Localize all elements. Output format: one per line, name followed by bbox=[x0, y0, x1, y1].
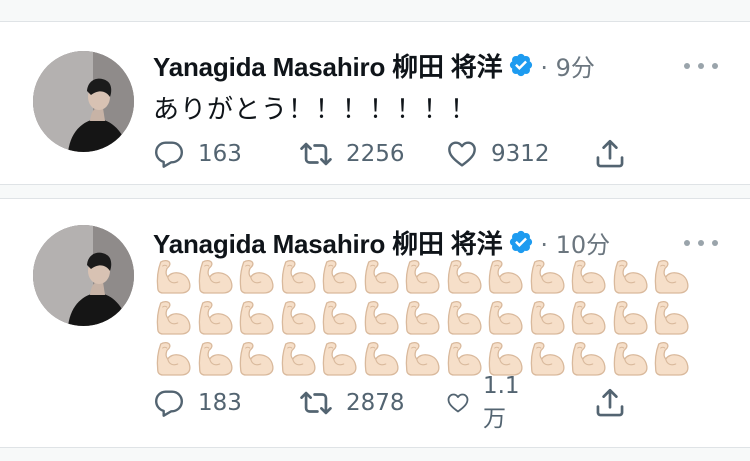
retweet-icon bbox=[299, 386, 333, 420]
flexed-biceps-emoji-icon bbox=[444, 258, 486, 296]
retweet-button[interactable]: 2878 bbox=[299, 385, 405, 421]
like-button[interactable]: 9312 bbox=[446, 136, 550, 172]
flexed-biceps-emoji-icon bbox=[361, 340, 403, 378]
timeline-divider bbox=[0, 184, 750, 199]
tweet-2[interactable]: Yanagida Masahiro 柳田 将洋 · 10分 183 2878 1… bbox=[0, 200, 750, 447]
reply-button[interactable]: 183 bbox=[153, 385, 242, 421]
author-name[interactable]: Yanagida Masahiro 柳田 将洋 bbox=[153, 47, 503, 84]
flexed-biceps-emoji-icon bbox=[651, 299, 693, 337]
tweet-timestamp[interactable]: · 10分 bbox=[540, 225, 610, 260]
flexed-biceps-emoji-icon bbox=[319, 340, 361, 378]
flexed-biceps-emoji-icon bbox=[153, 299, 195, 337]
flexed-biceps-emoji-icon bbox=[485, 258, 527, 296]
share-button[interactable] bbox=[593, 385, 627, 421]
flexed-biceps-emoji-icon bbox=[568, 340, 610, 378]
reply-count: 183 bbox=[198, 390, 242, 416]
flexed-biceps-emoji-icon bbox=[278, 258, 320, 296]
verified-badge-icon bbox=[508, 229, 534, 255]
retweet-button[interactable]: 2256 bbox=[299, 136, 405, 172]
flexed-biceps-emoji-icon bbox=[153, 258, 195, 296]
like-count: 1.1万 bbox=[482, 373, 520, 432]
emoji-row bbox=[153, 297, 713, 338]
timeline-divider-top bbox=[0, 0, 750, 22]
flexed-biceps-emoji-icon bbox=[236, 299, 278, 337]
avatar[interactable] bbox=[33, 225, 134, 326]
emoji-row bbox=[153, 256, 713, 297]
like-icon bbox=[446, 387, 470, 419]
verified-badge-icon bbox=[508, 52, 534, 78]
flexed-biceps-emoji-icon bbox=[651, 258, 693, 296]
tweet-header: Yanagida Masahiro 柳田 将洋 · 9分 bbox=[153, 45, 595, 85]
flexed-biceps-emoji-icon bbox=[195, 258, 237, 296]
flexed-biceps-emoji-icon bbox=[402, 258, 444, 296]
share-button[interactable] bbox=[593, 136, 627, 172]
flexed-biceps-emoji-icon bbox=[485, 340, 527, 378]
tweet-text: ありがとう！！！！！！！ bbox=[153, 95, 478, 125]
flexed-biceps-emoji-icon bbox=[195, 340, 237, 378]
flexed-biceps-emoji-icon bbox=[319, 299, 361, 337]
flexed-biceps-emoji-icon bbox=[527, 299, 569, 337]
author-name[interactable]: Yanagida Masahiro 柳田 将洋 bbox=[153, 224, 503, 261]
flexed-biceps-emoji-icon bbox=[444, 299, 486, 337]
flexed-biceps-emoji-icon bbox=[361, 299, 403, 337]
flexed-biceps-emoji-icon bbox=[319, 258, 361, 296]
more-icon[interactable] bbox=[684, 238, 718, 248]
share-icon bbox=[593, 137, 627, 171]
reply-icon bbox=[153, 138, 185, 170]
avatar-photo bbox=[33, 51, 134, 152]
flexed-biceps-emoji-icon bbox=[278, 299, 320, 337]
more-icon[interactable] bbox=[684, 61, 718, 71]
flexed-biceps-emoji-icon bbox=[568, 258, 610, 296]
flexed-biceps-emoji-icon bbox=[527, 258, 569, 296]
flexed-biceps-emoji-icon bbox=[485, 299, 527, 337]
tweet-1[interactable]: Yanagida Masahiro 柳田 将洋 · 9分 ありがとう！！！！！！… bbox=[0, 23, 750, 184]
like-count: 9312 bbox=[491, 141, 550, 167]
flexed-biceps-emoji-icon bbox=[153, 340, 195, 378]
flexed-biceps-emoji-icon bbox=[236, 340, 278, 378]
flexed-biceps-emoji-icon bbox=[402, 340, 444, 378]
reply-button[interactable]: 163 bbox=[153, 136, 242, 172]
flexed-biceps-emoji-icon bbox=[236, 258, 278, 296]
flexed-biceps-emoji-icon bbox=[610, 340, 652, 378]
like-icon bbox=[446, 138, 478, 170]
avatar[interactable] bbox=[33, 51, 134, 152]
flexed-biceps-emoji-icon bbox=[195, 299, 237, 337]
like-button[interactable]: 1.1万 bbox=[446, 373, 528, 432]
flexed-biceps-emoji-icon bbox=[610, 299, 652, 337]
reply-icon bbox=[153, 387, 185, 419]
flexed-biceps-emoji-icon bbox=[361, 258, 403, 296]
flexed-biceps-emoji-icon bbox=[568, 299, 610, 337]
retweet-count: 2256 bbox=[346, 141, 405, 167]
flexed-biceps-emoji-icon bbox=[444, 340, 486, 378]
retweet-icon bbox=[299, 137, 333, 171]
share-icon bbox=[593, 386, 627, 420]
flexed-biceps-emoji-icon bbox=[610, 258, 652, 296]
emoji-row bbox=[153, 338, 713, 379]
flexed-biceps-emoji-icon bbox=[402, 299, 444, 337]
flexed-biceps-emoji-icon bbox=[651, 340, 693, 378]
avatar-photo bbox=[33, 225, 134, 326]
timeline-divider-bottom bbox=[0, 447, 750, 461]
flexed-biceps-emoji-icon bbox=[527, 340, 569, 378]
reply-count: 163 bbox=[198, 141, 242, 167]
tweet-emoji-text bbox=[153, 256, 713, 379]
retweet-count: 2878 bbox=[346, 390, 405, 416]
flexed-biceps-emoji-icon bbox=[278, 340, 320, 378]
tweet-timestamp[interactable]: · 9分 bbox=[540, 48, 595, 83]
